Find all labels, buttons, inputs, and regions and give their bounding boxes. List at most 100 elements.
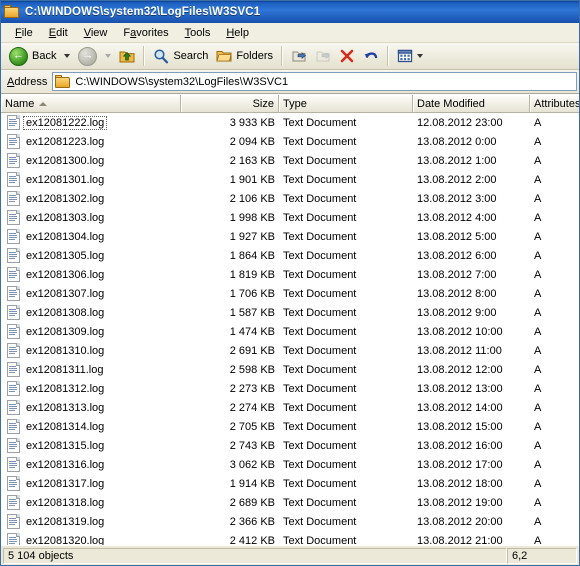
- cell-date-modified: 13.08.2012 1:00: [417, 154, 497, 167]
- menu-item-favorites[interactable]: Favorites: [115, 25, 176, 41]
- menu-item-view[interactable]: View: [76, 25, 116, 41]
- table-row[interactable]: ex12081305.log 1 864 KB Text Document 13.08…: [1, 246, 579, 265]
- delete-button[interactable]: [335, 45, 359, 68]
- table-row[interactable]: ex12081308.log 1 587 KB Text Document 13.08…: [1, 303, 579, 322]
- menu-item-tools[interactable]: Tools: [177, 25, 219, 41]
- forward-dropdown-icon: [105, 54, 112, 58]
- file-rows: ex12081222.log 3 933 KB Text Document 12.08…: [1, 113, 579, 545]
- cell-name: ex12081223.log: [1, 134, 181, 149]
- cell-date-modified: 13.08.2012 13:00: [417, 382, 503, 395]
- column-header-type[interactable]: Type: [279, 95, 413, 112]
- column-header-name[interactable]: Name: [1, 95, 181, 112]
- views-button[interactable]: [393, 45, 431, 68]
- cell-name: ex12081314.log: [1, 419, 181, 434]
- status-object-count: 5 104 objects: [3, 547, 507, 564]
- cell-name: ex12081222.log: [1, 115, 181, 130]
- table-row[interactable]: ex12081320.log 2 412 KB Text Document 13.08…: [1, 531, 579, 545]
- cell-attributes: A: [534, 135, 542, 148]
- cell-name: ex12081309.log: [1, 324, 181, 339]
- cell-size: 2 598 KB: [229, 363, 275, 376]
- table-row[interactable]: ex12081311.log 2 598 KB Text Document 13.08…: [1, 360, 579, 379]
- cell-name: ex12081319.log: [1, 514, 181, 529]
- file-name: ex12081306.log: [26, 268, 105, 281]
- window-title: C:\WINDOWS\system32\LogFiles\W3SVC1: [25, 6, 261, 18]
- text-document-icon: [7, 495, 20, 510]
- back-button[interactable]: ← Back: [5, 45, 60, 68]
- folders-button[interactable]: Folders: [212, 45, 277, 68]
- cell-size: 1 901 KB: [229, 173, 275, 186]
- column-headers: Name Size Type Date Modified Attributes: [1, 95, 579, 113]
- search-button[interactable]: Search: [149, 45, 212, 68]
- table-row[interactable]: ex12081301.log 1 901 KB Text Document 13.08…: [1, 170, 579, 189]
- table-row[interactable]: ex12081302.log 2 106 KB Text Document 13.08…: [1, 189, 579, 208]
- undo-button[interactable]: [359, 45, 383, 68]
- table-row[interactable]: ex12081300.log 2 163 KB Text Document 13.08…: [1, 151, 579, 170]
- file-name: ex12081313.log: [26, 401, 105, 414]
- table-row[interactable]: ex12081318.log 2 689 KB Text Document 13.08…: [1, 493, 579, 512]
- file-name: ex12081318.log: [26, 496, 105, 509]
- column-header-attributes[interactable]: Attributes: [530, 95, 579, 112]
- column-header-size[interactable]: Size: [181, 95, 279, 112]
- cell-name: ex12081313.log: [1, 400, 181, 415]
- table-row[interactable]: ex12081303.log 1 998 KB Text Document 13.08…: [1, 208, 579, 227]
- table-row[interactable]: ex12081312.log 2 273 KB Text Document 13.08…: [1, 379, 579, 398]
- cell-type: Text Document: [283, 534, 357, 546]
- cell-date-modified: 13.08.2012 18:00: [417, 477, 503, 490]
- address-label: Address: [7, 75, 48, 88]
- cell-date-modified: 13.08.2012 2:00: [417, 173, 497, 186]
- cell-name: ex12081316.log: [1, 457, 181, 472]
- menu-item-edit[interactable]: Edit: [41, 25, 76, 41]
- table-row[interactable]: ex12081319.log 2 366 KB Text Document 13.08…: [1, 512, 579, 531]
- table-row[interactable]: ex12081317.log 1 914 KB Text Document 13.08…: [1, 474, 579, 493]
- file-name: ex12081302.log: [26, 192, 105, 205]
- text-document-icon: [7, 362, 20, 377]
- text-document-icon: [7, 172, 20, 187]
- table-row[interactable]: ex12081304.log 1 927 KB Text Document 13.08…: [1, 227, 579, 246]
- cell-size: 2 163 KB: [229, 154, 275, 167]
- file-name: ex12081310.log: [26, 344, 105, 357]
- views-dropdown-icon[interactable]: [417, 54, 424, 58]
- file-name: ex12081316.log: [26, 458, 105, 471]
- address-input[interactable]: C:\WINDOWS\system32\LogFiles\W3SVC1: [52, 72, 577, 91]
- table-row[interactable]: ex12081314.log 2 705 KB Text Document 13.08…: [1, 417, 579, 436]
- table-row[interactable]: ex12081316.log 3 062 KB Text Document 13.08…: [1, 455, 579, 474]
- file-name: ex12081304.log: [26, 230, 105, 243]
- delete-x-icon: [340, 49, 354, 63]
- cell-size: 2 691 KB: [229, 344, 275, 357]
- toolbar-separator-3: [387, 46, 390, 66]
- table-row[interactable]: ex12081309.log 1 474 KB Text Document 13.08…: [1, 322, 579, 341]
- back-dropdown-icon[interactable]: [64, 54, 71, 58]
- cell-attributes: A: [534, 154, 542, 167]
- column-header-date-modified[interactable]: Date Modified: [413, 95, 530, 112]
- undo-arrow-icon: [364, 52, 378, 59]
- cell-attributes: A: [534, 363, 542, 376]
- table-row[interactable]: ex12081306.log 1 819 KB Text Document 13.08…: [1, 265, 579, 284]
- cell-type: Text Document: [283, 439, 357, 452]
- cell-type: Text Document: [283, 325, 357, 338]
- cell-name: ex12081301.log: [1, 172, 181, 187]
- table-row[interactable]: ex12081315.log 2 743 KB Text Document 13.08…: [1, 436, 579, 455]
- up-button[interactable]: [115, 45, 139, 68]
- cell-type: Text Document: [283, 268, 357, 281]
- menu-item-help[interactable]: Help: [218, 25, 257, 41]
- cell-name: ex12081308.log: [1, 305, 181, 320]
- table-row[interactable]: ex12081223.log 2 094 KB Text Document 13.08…: [1, 132, 579, 151]
- cell-attributes: A: [534, 230, 542, 243]
- cell-name: ex12081318.log: [1, 495, 181, 510]
- cell-name: ex12081306.log: [1, 267, 181, 282]
- cell-size: 3 933 KB: [229, 116, 275, 129]
- text-document-icon: [7, 153, 20, 168]
- cell-attributes: A: [534, 534, 542, 546]
- menu-item-file[interactable]: File: [7, 25, 41, 41]
- cell-type: Text Document: [283, 211, 357, 224]
- table-row[interactable]: ex12081222.log 3 933 KB Text Document 12.08…: [1, 113, 579, 132]
- cell-type: Text Document: [283, 401, 357, 414]
- cell-name: ex12081311.log: [1, 362, 181, 377]
- table-row[interactable]: ex12081313.log 2 274 KB Text Document 13.08…: [1, 398, 579, 417]
- table-row[interactable]: ex12081307.log 1 706 KB Text Document 13.08…: [1, 284, 579, 303]
- cell-type: Text Document: [283, 363, 357, 376]
- text-document-icon: [7, 400, 20, 415]
- table-row[interactable]: ex12081310.log 2 691 KB Text Document 13.08…: [1, 341, 579, 360]
- move-to-button[interactable]: [287, 45, 311, 68]
- cell-name: ex12081304.log: [1, 229, 181, 244]
